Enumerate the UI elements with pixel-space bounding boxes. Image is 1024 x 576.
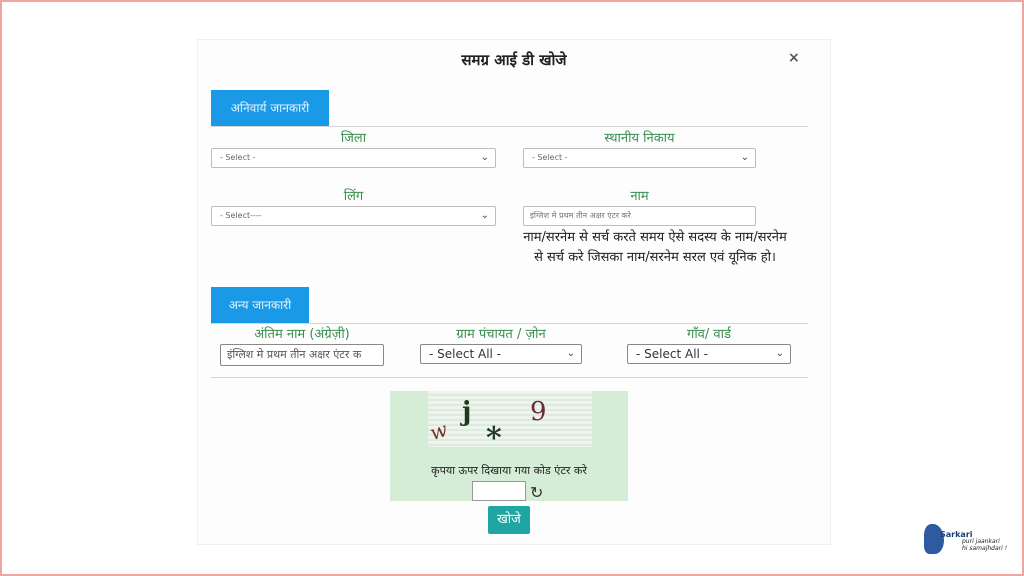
chevron-down-icon: ⌄	[480, 152, 489, 163]
gender-select[interactable]: - Select---- ⌄	[211, 206, 496, 226]
local-body-label: स्थानीय निकाय	[604, 131, 675, 146]
captcha-help-text: कृपया ऊपर दिखाया गया कोड एंटर करे	[431, 464, 587, 477]
tab-other-info: अन्य जानकारी	[211, 287, 309, 323]
logo-tagline: puri jaankari hi samajhdari !	[962, 538, 1007, 552]
chevron-down-icon: ⌄	[775, 348, 784, 359]
chevron-down-icon: ⌄	[740, 152, 749, 163]
local-body-select-value: - Select -	[532, 153, 568, 162]
page-frame: समग्र आई डी खोजे × अनिवार्य जानकारी जिला…	[0, 0, 1024, 576]
site-logo: Sarkari puri jaankari hi samajhdari !	[924, 522, 1016, 562]
captcha-char: *	[486, 421, 502, 456]
district-label: जिला	[340, 131, 367, 146]
section-divider	[211, 126, 808, 127]
surname-label: अंतिम नाम (अंग्रेज़ी)	[254, 327, 350, 342]
name-search-note: नाम/सरनेम से सर्च करते समय ऐसे सदस्य के …	[523, 230, 787, 265]
gram-panchayat-select-value: - Select All -	[429, 347, 501, 361]
section-divider	[211, 377, 808, 378]
local-body-select[interactable]: - Select - ⌄	[523, 148, 756, 168]
name-input[interactable]: इंग्लिश मे प्रथम तीन अक्षर एंटर करे	[523, 206, 756, 226]
name-label: नाम	[630, 189, 649, 204]
district-select-value: - Select -	[220, 153, 256, 162]
chevron-down-icon: ⌄	[480, 210, 489, 221]
district-select[interactable]: - Select - ⌄	[211, 148, 496, 168]
village-ward-select[interactable]: - Select All - ⌄	[627, 344, 791, 364]
dialog-title: समग्र आई डी खोजे	[461, 51, 567, 69]
village-ward-label: गाँव/ वार्ड	[687, 327, 731, 342]
search-dialog: समग्र आई डी खोजे × अनिवार्य जानकारी जिला…	[198, 40, 830, 544]
logo-tagline-line1: puri jaankari	[962, 538, 1000, 545]
captcha-input[interactable]	[472, 481, 526, 501]
captcha-panel: w j * 9 कृपया ऊपर दिखाया गया कोड एंटर कर…	[390, 391, 628, 502]
logo-tagline-line2: hi samajhdari !	[962, 545, 1008, 552]
captcha-image: w j * 9	[426, 391, 592, 456]
chevron-down-icon: ⌄	[566, 348, 575, 359]
india-map-icon	[924, 524, 944, 554]
refresh-icon[interactable]: ↻	[530, 483, 543, 502]
gram-panchayat-label: ग्राम पंचायत / ज़ोन	[456, 327, 546, 342]
captcha-char: w	[426, 416, 451, 446]
gram-panchayat-select[interactable]: - Select All - ⌄	[420, 344, 582, 364]
close-icon[interactable]: ×	[788, 50, 800, 66]
village-ward-select-value: - Select All -	[636, 347, 708, 361]
captcha-char: 9	[530, 397, 547, 427]
gender-select-value: - Select----	[220, 211, 262, 220]
surname-input[interactable]: इंग्लिश मे प्रथम तीन अक्षर एंटर क	[220, 344, 384, 366]
tab-mandatory-info: अनिवार्य जानकारी	[211, 90, 329, 126]
captcha-char: j	[462, 397, 472, 427]
search-button[interactable]: खोजे	[488, 506, 530, 534]
gender-label: लिंग	[343, 189, 364, 204]
